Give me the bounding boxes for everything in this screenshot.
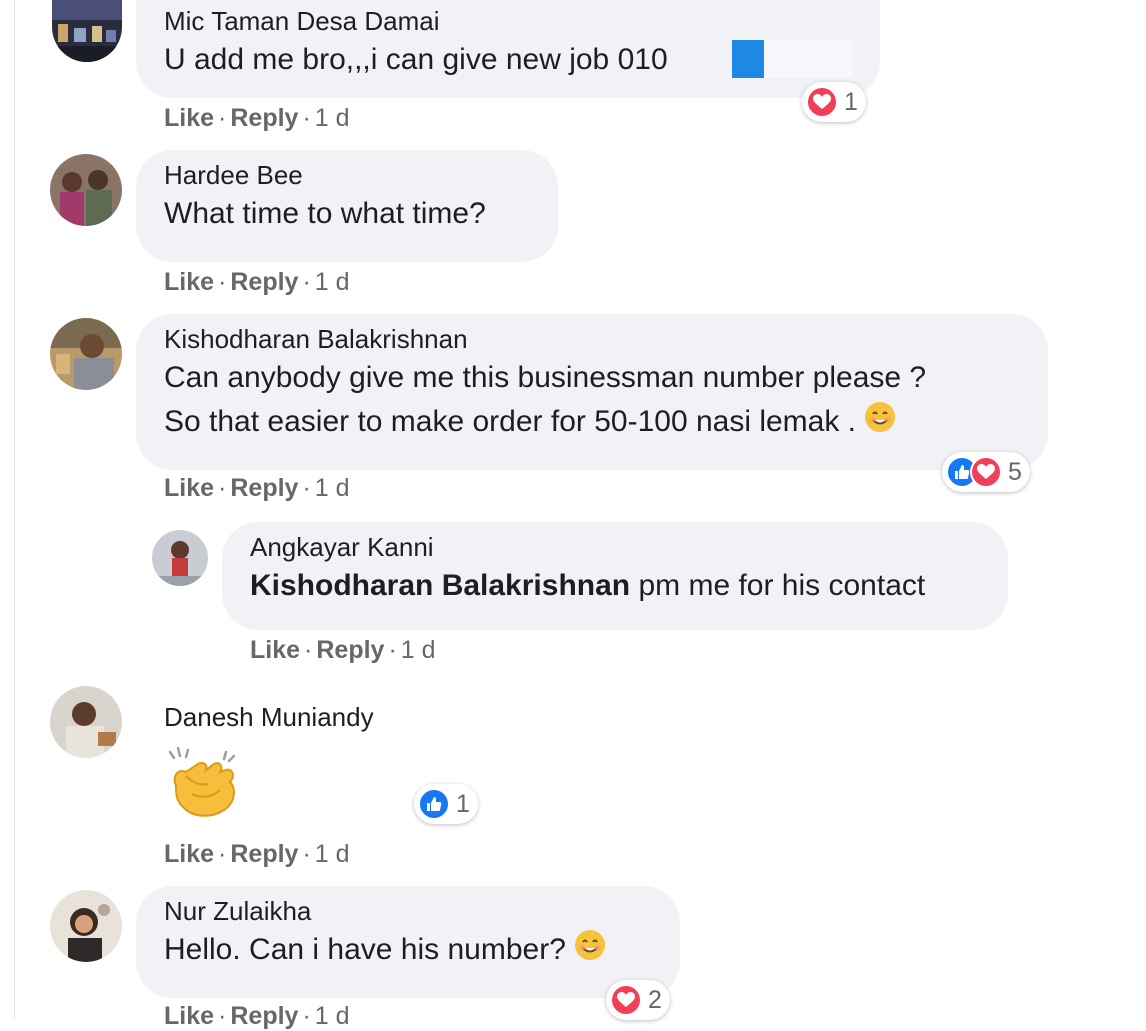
comment-actions: Like · Reply · 1 d xyxy=(164,268,350,296)
comment-actions: Like · Reply · 1 d xyxy=(164,840,350,868)
comment-text-line: Kishodharan Balakrishnan pm me for his c… xyxy=(250,564,980,608)
comment-text: pm me for his contact xyxy=(630,569,926,602)
comment-text: So that easier to make order for 50-100 … xyxy=(164,405,857,438)
reaction-summary[interactable]: 2 xyxy=(606,980,670,1020)
comment-author[interactable]: Mic Taman Desa Damai xyxy=(164,4,852,38)
comment-actions: Like · Reply · 1 d xyxy=(164,1002,350,1030)
redaction-block xyxy=(732,40,852,78)
comment-timestamp[interactable]: 1 d xyxy=(401,636,436,664)
love-icon xyxy=(970,456,1002,488)
comment-bubble: Hardee Bee What time to what time? xyxy=(136,150,558,262)
reaction-summary[interactable]: 5 xyxy=(942,452,1030,492)
mention-link[interactable]: Kishodharan Balakrishnan xyxy=(250,569,630,602)
comment-timestamp[interactable]: 1 d xyxy=(315,840,350,868)
like-link[interactable]: Like xyxy=(250,636,300,664)
comment-text: What time to what time? xyxy=(164,197,486,230)
avatar[interactable] xyxy=(52,0,122,62)
like-link[interactable]: Like xyxy=(164,268,214,296)
avatar[interactable] xyxy=(50,154,122,226)
avatar[interactable] xyxy=(50,686,122,758)
avatar[interactable] xyxy=(50,318,122,390)
love-icon xyxy=(610,984,642,1016)
like-link[interactable]: Like xyxy=(164,840,214,868)
like-link[interactable]: Like xyxy=(164,1002,214,1030)
comment-text-line: Hello. Can i have his number? xyxy=(164,928,652,974)
comment-timestamp[interactable]: 1 d xyxy=(315,474,350,502)
reply-link[interactable]: Reply xyxy=(230,474,298,502)
smiling-face-emoji xyxy=(864,401,896,446)
comment-author[interactable]: Angkayar Kanni xyxy=(250,530,980,564)
comment-timestamp[interactable]: 1 d xyxy=(315,268,350,296)
love-icon xyxy=(806,86,838,118)
reaction-summary[interactable]: 1 xyxy=(802,82,866,122)
smiling-face-emoji xyxy=(574,929,606,974)
reply-link[interactable]: Reply xyxy=(230,104,298,132)
comment-bubble: Nur Zulaikha Hello. Can i have his numbe… xyxy=(136,886,680,998)
reaction-count: 1 xyxy=(456,789,470,818)
reaction-summary[interactable]: 1 xyxy=(414,784,478,824)
like-link[interactable]: Like xyxy=(164,474,214,502)
comment-actions: Like · Reply · 1 d xyxy=(164,474,350,502)
comment-text-line: So that easier to make order for 50-100 … xyxy=(164,400,1020,446)
panel-edge xyxy=(14,0,15,1018)
comment-author[interactable]: Kishodharan Balakrishnan xyxy=(164,322,1020,356)
clapping-hands-emoji xyxy=(164,746,244,820)
comment-actions: Like · Reply · 1 d xyxy=(164,104,350,132)
like-icon xyxy=(418,788,450,820)
reply-link[interactable]: Reply xyxy=(316,636,384,664)
avatar[interactable] xyxy=(50,890,122,962)
reaction-count: 2 xyxy=(648,985,662,1014)
comment-bubble: Kishodharan Balakrishnan Can anybody giv… xyxy=(136,314,1048,470)
reaction-count: 5 xyxy=(1008,457,1022,486)
comment-bubble: Angkayar Kanni Kishodharan Balakrishnan … xyxy=(222,522,1008,630)
like-link[interactable]: Like xyxy=(164,104,214,132)
comment-timestamp[interactable]: 1 d xyxy=(315,104,350,132)
reply-link[interactable]: Reply xyxy=(230,268,298,296)
comment-text-line: Can anybody give me this businessman num… xyxy=(164,361,927,394)
comment-actions: Like · Reply · 1 d xyxy=(250,636,436,664)
comment-timestamp[interactable]: 1 d xyxy=(315,1002,350,1030)
reply-link[interactable]: Reply xyxy=(230,840,298,868)
comment-text: Hello. Can i have his number? xyxy=(164,933,566,966)
comment-author[interactable]: Nur Zulaikha xyxy=(164,894,652,928)
avatar[interactable] xyxy=(152,530,208,586)
reaction-count: 1 xyxy=(844,87,858,116)
comment-author[interactable]: Danesh Muniandy xyxy=(164,700,374,734)
comment-author[interactable]: Hardee Bee xyxy=(164,158,530,192)
reply-link[interactable]: Reply xyxy=(230,1002,298,1030)
